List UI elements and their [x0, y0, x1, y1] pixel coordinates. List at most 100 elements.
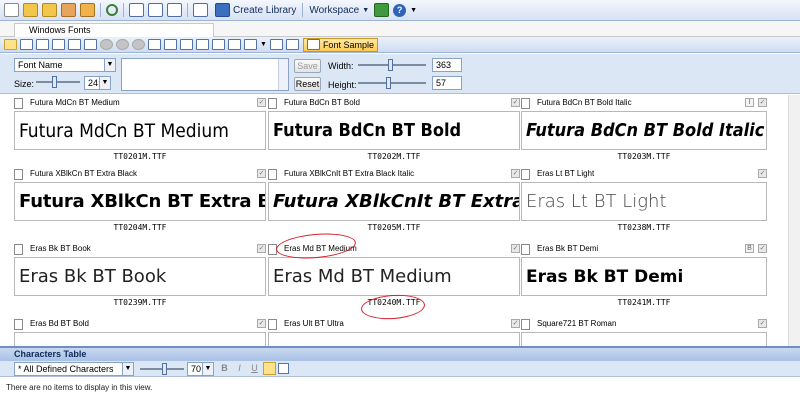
font-card-header: Square721 BT Roman ✓ — [521, 318, 767, 332]
list-view-icon[interactable] — [35, 39, 49, 50]
font-card[interactable]: Eras Lt BT Light ✓ Eras Lt BT Light TT023… — [521, 168, 767, 235]
filter-icon[interactable] — [211, 39, 225, 50]
deactivate-icon[interactable] — [115, 39, 129, 50]
chevron-down-icon[interactable]: ▼ — [260, 41, 267, 48]
height-slider[interactable] — [358, 76, 426, 90]
font-name-select[interactable]: Font Name ▼ — [14, 58, 116, 72]
reset-button[interactable]: Reset — [294, 77, 321, 91]
check-icon[interactable]: ✓ — [758, 169, 767, 178]
font-sample: Futura XBlkCn BT Extra Black — [14, 182, 266, 221]
delete-icon[interactable] — [195, 39, 209, 50]
font-card[interactable]: Eras Ult BT Ultra ✓ — [268, 318, 520, 346]
font-card[interactable]: Square721 BT Roman ✓ — [521, 318, 767, 346]
zoom-select[interactable]: 70 ▼ — [187, 362, 214, 376]
grid-scrollbar[interactable] — [788, 95, 800, 346]
properties-icon[interactable] — [193, 3, 208, 17]
sample-text-box[interactable] — [121, 58, 289, 91]
main-toolbar: Create Library Workspace ▼ ? ▼ — [0, 0, 800, 21]
font-sample: Futura BdCn BT Bold Italic — [521, 111, 767, 150]
new-document-icon[interactable] — [4, 3, 19, 17]
grid-layout-icon[interactable] — [263, 362, 276, 375]
view-list-icon[interactable] — [167, 3, 182, 17]
check-icon[interactable]: ✓ — [257, 169, 266, 178]
options-icon[interactable] — [278, 363, 289, 374]
font-card[interactable]: Eras Bk BT Book ✓ Eras Bk BT Book TT0239M… — [14, 243, 266, 310]
grid-view-icon[interactable] — [3, 39, 17, 50]
font-card[interactable]: Eras Bd BT Bold ✓ — [14, 318, 266, 346]
check-icon[interactable]: ✓ — [257, 319, 266, 328]
thumbnail-view-icon[interactable] — [19, 39, 33, 50]
font-card[interactable]: Futura XBlkCn BT Extra Black ✓ Futura XBl… — [14, 168, 266, 235]
size-select[interactable]: 24 ▼ — [84, 76, 111, 90]
check-icon[interactable]: ✓ — [511, 98, 520, 107]
detail-view-icon[interactable] — [51, 39, 65, 50]
check-icon[interactable]: ✓ — [758, 98, 767, 107]
width-slider[interactable] — [358, 58, 426, 72]
search-font-icon[interactable] — [227, 39, 241, 50]
workspace-icon[interactable] — [80, 3, 95, 17]
tab-windows-fonts[interactable]: Windows Fonts — [14, 23, 214, 37]
font-card[interactable]: Futura BdCn BT Bold Italic I ✓ Futura BdCn… — [521, 97, 767, 164]
scrollbar[interactable] — [278, 59, 288, 90]
database-icon[interactable] — [61, 3, 76, 17]
font-filename: TT0241M.TTF — [617, 298, 671, 307]
home-icon[interactable] — [374, 3, 390, 17]
slider-thumb[interactable] — [388, 59, 393, 71]
open-folder-icon[interactable] — [23, 3, 38, 17]
check-icon[interactable]: ✓ — [511, 169, 520, 178]
options-icon[interactable] — [286, 39, 300, 50]
font-sample-button[interactable]: Font Sample — [302, 37, 378, 52]
font-file-icon — [14, 244, 23, 255]
refresh-icon[interactable] — [106, 4, 118, 16]
slider-thumb[interactable] — [162, 363, 167, 375]
sort-icon[interactable] — [243, 39, 257, 50]
print-icon[interactable] — [147, 39, 161, 50]
font-name: Futura XBlkCn BT Extra Black — [30, 169, 137, 178]
font-card-header: Eras Bd BT Bold ✓ — [14, 318, 266, 332]
check-icon[interactable]: ✓ — [511, 319, 520, 328]
size-slider[interactable] — [36, 75, 80, 89]
check-icon[interactable]: ✓ — [511, 244, 520, 253]
view-sample-icon[interactable] — [148, 3, 163, 17]
check-icon[interactable] — [270, 39, 284, 50]
font-card[interactable]: Futura XBlkCnIt BT Extra Black Italic ✓ F… — [268, 168, 520, 235]
font-card[interactable]: Futura MdCn BT Medium ✓ Futura MdCn BT Me… — [14, 97, 266, 164]
width-input[interactable]: 363 — [432, 58, 462, 72]
check-icon[interactable]: ✓ — [257, 98, 266, 107]
font-name: Eras Lt BT Light — [537, 169, 595, 178]
check-icon[interactable]: ✓ — [257, 244, 266, 253]
copy-icon[interactable] — [163, 39, 177, 50]
check-icon[interactable]: ✓ — [758, 244, 767, 253]
chevron-down-icon: ▼ — [99, 77, 110, 89]
character-filter-select[interactable]: * All Defined Characters ▼ — [14, 362, 134, 376]
help-icon[interactable]: ? — [393, 3, 407, 17]
view-grid-icon[interactable] — [129, 3, 144, 17]
zoom-slider[interactable] — [140, 362, 184, 376]
bold-style-icon: B — [745, 244, 754, 253]
export-icon[interactable] — [179, 39, 193, 50]
uninstall-icon[interactable] — [83, 39, 97, 50]
font-card[interactable]: Eras Bk BT Demi B ✓ Eras Bk BT Demi TT0241… — [521, 243, 767, 310]
open-folder-alt-icon[interactable] — [42, 3, 57, 17]
font-sample: Eras Md BT Medium — [268, 257, 520, 296]
save-button[interactable]: Save — [294, 59, 321, 73]
height-input[interactable]: 57 — [432, 76, 462, 90]
italic-button[interactable]: I — [233, 362, 246, 375]
workspace-menu[interactable]: Workspace ▼ — [306, 2, 372, 18]
font-name: Eras Ult BT Ultra — [284, 319, 344, 328]
create-library-button[interactable]: Create Library — [210, 2, 299, 18]
chevron-down-icon[interactable]: ▼ — [410, 7, 417, 14]
underline-button[interactable]: U — [248, 362, 261, 375]
temp-activate-icon[interactable] — [131, 39, 145, 50]
height-label: Height: — [328, 80, 357, 90]
install-icon[interactable] — [67, 39, 81, 50]
sample-settings-panel: Font Name ▼ Size: 24 ▼ Save Reset Width:… — [0, 54, 800, 94]
check-icon[interactable]: ✓ — [758, 319, 767, 328]
activate-icon[interactable] — [99, 39, 113, 50]
slider-thumb[interactable] — [386, 77, 391, 89]
slider-thumb[interactable] — [52, 76, 57, 88]
font-card[interactable]: Futura BdCn BT Bold ✓ Futura BdCn BT Bold… — [268, 97, 520, 164]
font-sample: Eras Bk BT Book — [14, 257, 266, 296]
bold-button[interactable]: B — [218, 362, 231, 375]
font-sample: Eras Bk BT Demi — [521, 257, 767, 296]
